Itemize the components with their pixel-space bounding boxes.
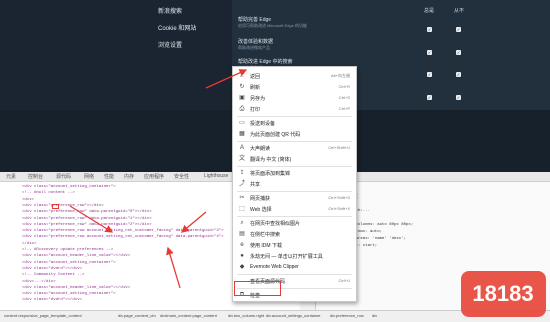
arrow-to-dom xyxy=(181,211,207,233)
site-logo: 18183 xyxy=(461,271,546,317)
arrow-to-dom xyxy=(69,205,114,233)
svg-text:18183: 18183 xyxy=(472,281,533,306)
arrow-to-dom xyxy=(166,246,181,289)
arrow-to-menu xyxy=(205,69,248,89)
